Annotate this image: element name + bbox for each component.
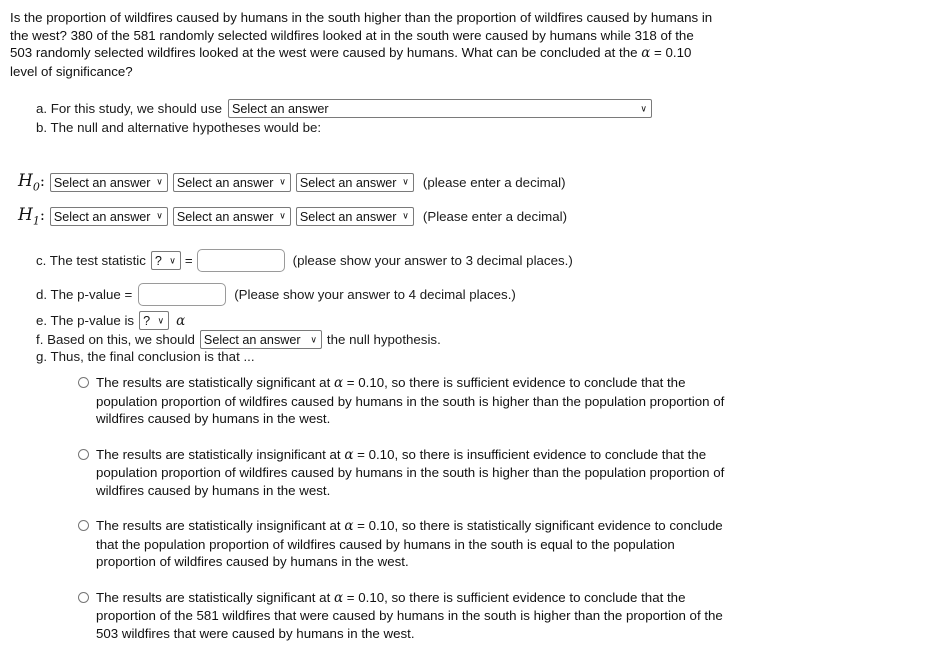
h0-note: (please enter a decimal) [422, 174, 566, 190]
decision-select[interactable]: Select an answer [199, 330, 322, 349]
part-c-note: (please show your answer to 3 decimal pl… [292, 253, 573, 268]
radio-button-icon[interactable] [78, 591, 89, 603]
h0-select-1-wrapper[interactable]: Select an answer ∨ [49, 172, 168, 192]
conclusion-option-3[interactable]: The results are statistically insignific… [78, 517, 738, 571]
part-f-suffix: the null hypothesis. [326, 332, 441, 347]
h0-select-2-wrapper[interactable]: Select an answer ∨ [172, 172, 291, 192]
test-statistic-input[interactable] [196, 249, 285, 272]
h1-parameter-select[interactable]: Select an answer [49, 206, 168, 226]
h1-operator-select[interactable]: Select an answer [172, 206, 291, 226]
study-type-select-wrapper[interactable]: Select an answer ∨ [228, 99, 653, 118]
conclusion-option-label: The results are statistically significan… [96, 375, 725, 426]
part-d-label: d. The p-value = [36, 287, 133, 302]
h1-symbol: H1: [18, 205, 45, 228]
h1-select-2-wrapper[interactable]: Select an answer ∨ [172, 206, 291, 226]
null-hypothesis-row: H0: Select an answer ∨ Select an answer … [18, 171, 566, 193]
part-e-label: e. The p-value is [36, 313, 135, 328]
radio-button-icon[interactable] [78, 448, 89, 460]
conclusion-option-1[interactable]: The results are statistically significan… [78, 374, 738, 428]
h0-operator-select[interactable]: Select an answer [172, 172, 291, 192]
alternative-hypothesis-row: H1: Select an answer ∨ Select an answer … [18, 205, 567, 227]
part-d-note: (Please show your answer to 4 decimal pl… [234, 287, 516, 302]
part-b-label: b. The null and alternative hypotheses w… [36, 120, 322, 135]
alpha-symbol: α [176, 312, 186, 329]
part-c-label: c. The test statistic [36, 253, 146, 268]
part-g-label: g. Thus, the final conclusion is that ..… [36, 349, 255, 364]
p-value-input[interactable] [138, 283, 227, 306]
part-c-row: c. The test statistic ? ∨ = (please show… [36, 249, 573, 272]
conclusion-option-2[interactable]: The results are statistically insignific… [78, 446, 738, 500]
h0-value-select[interactable]: Select an answer [295, 172, 414, 192]
h0-symbol: H0: [18, 171, 45, 194]
radio-button-icon[interactable] [78, 377, 89, 388]
part-f-label: f. Based on this, we should [36, 332, 195, 347]
h1-value-select[interactable]: Select an answer [295, 206, 414, 226]
conclusion-option-label: The results are statistically insignific… [96, 446, 725, 498]
decision-select-wrapper[interactable]: Select an answer ∨ [199, 330, 322, 349]
h0-parameter-select[interactable]: Select an answer [49, 172, 168, 192]
part-e-row: e. The p-value is ? ∨ α [36, 311, 185, 330]
p-value-comparison-select[interactable]: ? [139, 311, 170, 330]
part-d-row: d. The p-value = (Please show your answe… [36, 283, 516, 306]
h1-select-1-wrapper[interactable]: Select an answer ∨ [49, 206, 168, 226]
test-statistic-type-select[interactable]: ? [150, 251, 181, 270]
h1-select-3-wrapper[interactable]: Select an answer ∨ [295, 206, 414, 226]
conclusion-options-list: The results are statistically significan… [78, 374, 738, 660]
part-a-row: a. For this study, we should use Select … [36, 99, 653, 118]
part-f-row: f. Based on this, we should Select an an… [36, 330, 441, 349]
study-type-select[interactable]: Select an answer [228, 99, 653, 118]
conclusion-option-label: The results are statistically insignific… [96, 518, 723, 569]
part-c-equals: = [184, 253, 193, 268]
part-a-label: a. For this study, we should use [36, 101, 223, 116]
test-statistic-type-select-wrapper[interactable]: ? ∨ [150, 251, 181, 270]
h1-note: (Please enter a decimal) [422, 208, 568, 224]
question-prompt: Is the proportion of wildfires caused by… [10, 10, 713, 79]
h0-select-3-wrapper[interactable]: Select an answer ∨ [295, 172, 414, 192]
radio-button-icon[interactable] [78, 520, 89, 531]
p-value-comparison-select-wrapper[interactable]: ? ∨ [139, 311, 170, 330]
